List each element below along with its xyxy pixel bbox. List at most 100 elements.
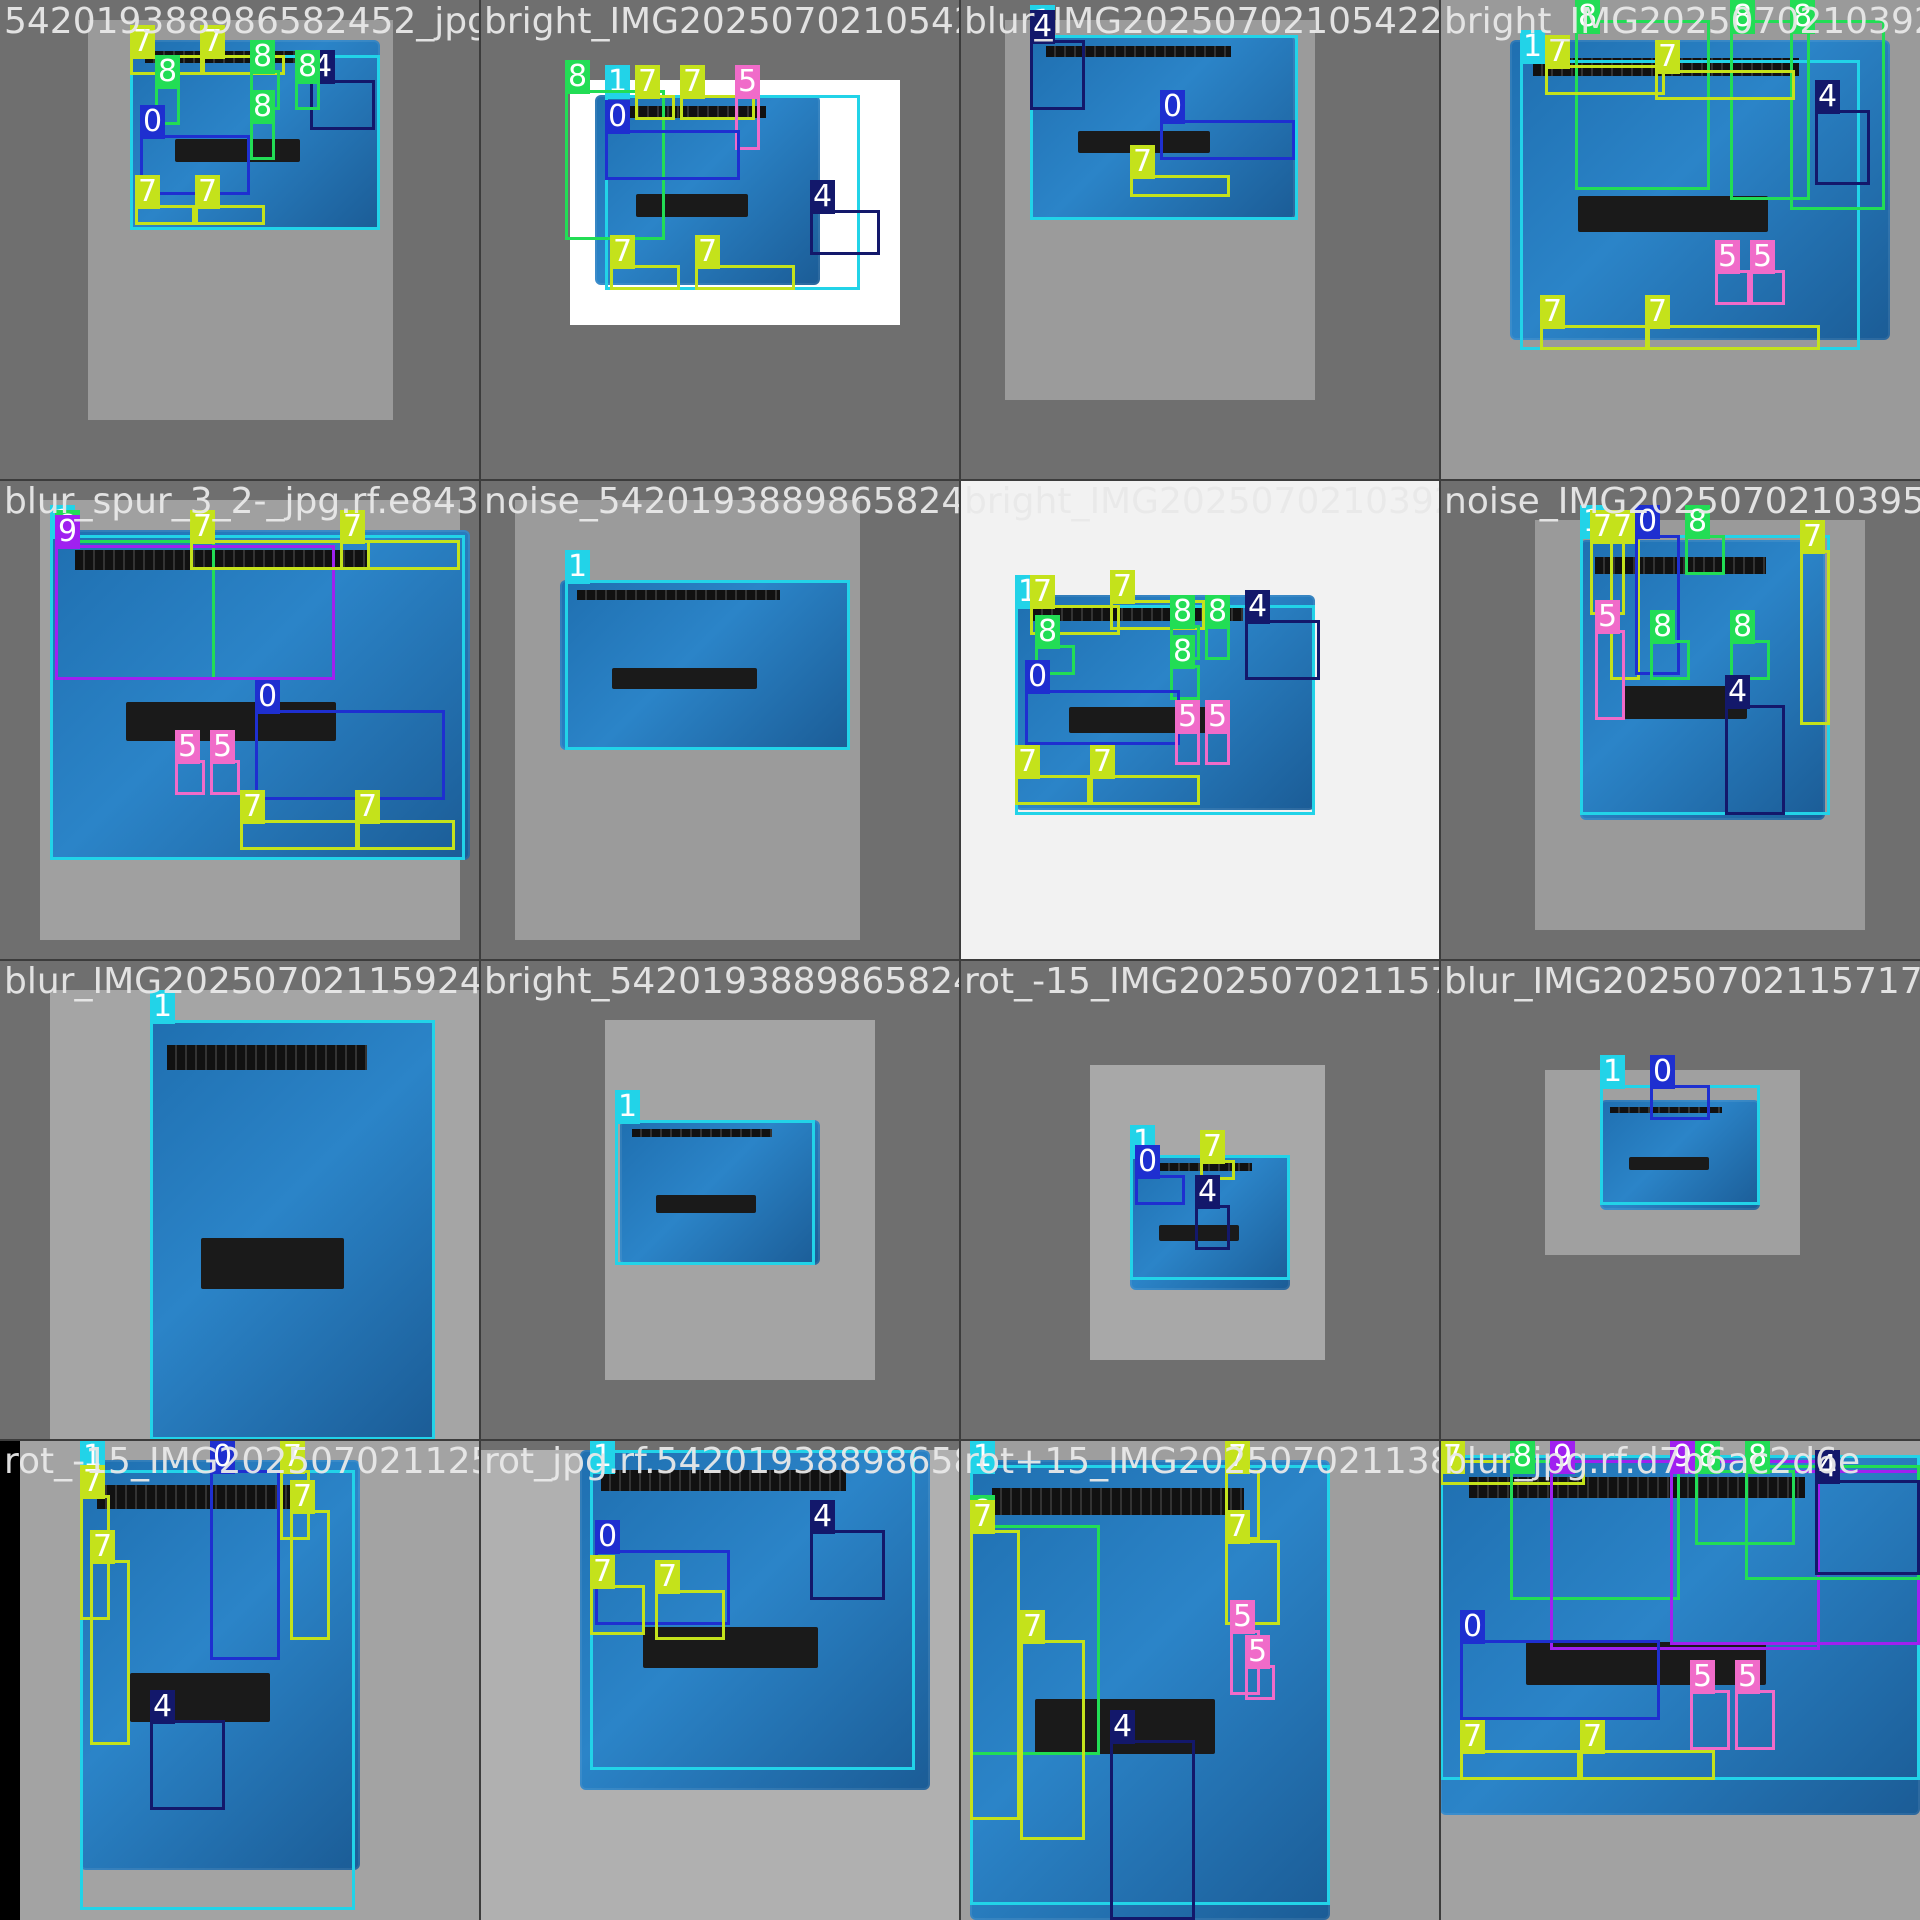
image-tile: 1770875884noise_IMG20250702103959_jpg.rf… xyxy=(1440,480,1920,960)
bounding-box xyxy=(1685,535,1725,575)
bounding-box xyxy=(150,1020,435,1440)
bounding-box xyxy=(1545,65,1665,95)
class-label: 7 xyxy=(590,1555,616,1589)
bounding-box xyxy=(1030,40,1085,110)
class-label: 4 xyxy=(810,180,836,214)
class-label: 8 xyxy=(1170,635,1196,669)
image-filename: rot_-15_IMG20250702115717_jpg.rf. xyxy=(964,961,1440,1002)
bounding-box xyxy=(1460,1640,1660,1720)
bounding-box xyxy=(1595,630,1625,720)
image-tile: 177877554rot+15_IMG20250702113808_jpg.rf… xyxy=(960,1440,1440,1920)
bounding-box xyxy=(1690,1690,1730,1750)
bounding-box xyxy=(1160,120,1295,160)
class-label: 8 xyxy=(295,50,321,84)
class-label: 5 xyxy=(1750,240,1776,274)
bounding-box xyxy=(1650,1085,1710,1120)
class-label: 8 xyxy=(1035,615,1061,649)
class-label: 7 xyxy=(635,65,661,99)
class-label: 0 xyxy=(595,1520,621,1554)
image-tile: 1 bright_542019388986582483_jpg.rf. xyxy=(480,960,960,1440)
class-label: 7 xyxy=(970,1500,996,1534)
class-label: 0 xyxy=(605,100,631,134)
bounding-box xyxy=(175,760,205,795)
bounding-box xyxy=(250,120,275,160)
class-label: 8 xyxy=(1730,610,1756,644)
bounding-box xyxy=(1750,270,1785,305)
class-label: 7 xyxy=(355,790,381,824)
class-label: 5 xyxy=(1595,600,1621,634)
class-label: 4 xyxy=(1245,590,1271,624)
class-label: 5 xyxy=(175,730,201,764)
class-label: 7 xyxy=(680,65,706,99)
class-label: 7 xyxy=(290,1480,316,1514)
image-tile: 187750477bright_IMG20250702105422_jpg.rf… xyxy=(480,0,960,480)
bounding-box xyxy=(605,130,740,180)
bounding-box xyxy=(1245,620,1320,680)
class-label: 5 xyxy=(1735,1660,1761,1694)
bounding-box xyxy=(240,820,360,850)
image-tile: 1077774rot_-15_IMG20250702112507_jpg.rf. xyxy=(0,1440,480,1920)
class-label: 1 xyxy=(1600,1055,1626,1089)
bounding-box xyxy=(970,1530,1020,1820)
class-label: 5 xyxy=(1205,700,1231,734)
bounding-box xyxy=(590,1585,645,1635)
bounding-box xyxy=(1135,1175,1185,1205)
bounding-box xyxy=(210,760,240,795)
class-label: 7 xyxy=(1460,1720,1486,1754)
class-label: 7 xyxy=(1655,40,1681,74)
image-tile: 1774888805577bright_IMG20250702103924_jp… xyxy=(960,480,1440,960)
image-filename: bright_IMG20250702103924_jpg.rf. xyxy=(964,481,1440,522)
image-tile: 1 noise_542019388986582483_jpg.rf. xyxy=(480,480,960,960)
class-label: 7 xyxy=(1015,745,1041,779)
bounding-box xyxy=(1715,270,1750,305)
image-tile: 17748888077542019388986582452_jpg.rf. xyxy=(0,0,480,480)
bounding-box xyxy=(1110,1740,1195,1920)
class-label: 8 xyxy=(250,90,276,124)
tile-separator xyxy=(0,959,1920,961)
class-label: 5 xyxy=(1690,1660,1716,1694)
image-filename: rot+15_IMG20250702113808_jpg.rf. xyxy=(964,1441,1440,1482)
class-label: 4 xyxy=(1110,1710,1136,1744)
bounding-box xyxy=(1205,625,1230,660)
bounding-box xyxy=(1645,325,1820,350)
bounding-box xyxy=(655,1590,725,1640)
bounding-box xyxy=(1025,690,1180,745)
bounding-box xyxy=(290,1510,330,1640)
class-label: 5 xyxy=(1175,700,1201,734)
class-label: 7 xyxy=(1540,295,1566,329)
class-label: 1 xyxy=(565,550,591,584)
class-label: 5 xyxy=(1245,1635,1271,1669)
bounding-box xyxy=(810,210,880,255)
image-filename: 542019388986582452_jpg.rf. xyxy=(4,1,480,42)
bounding-box xyxy=(150,1720,225,1810)
class-label: 7 xyxy=(610,235,636,269)
class-label: 0 xyxy=(140,105,166,139)
image-filename: bright_542019388986582483_jpg.rf. xyxy=(484,961,960,1002)
image-filename: blur_jpg.rf.d7b6ac2d6e xyxy=(1444,1441,1861,1482)
image-tile: 1897705577blur_spur_3_2-_jpg.rf.e8430 xyxy=(0,480,480,960)
detection-mosaic: 17748888077542019388986582452_jpg.rf.187… xyxy=(0,0,1920,1920)
tile-separator xyxy=(1439,0,1441,1920)
bounding-box xyxy=(1015,775,1090,805)
bounding-box xyxy=(1815,1480,1920,1575)
class-label: 8 xyxy=(1650,610,1676,644)
bounding-box xyxy=(255,710,445,800)
class-label: 1 xyxy=(615,1090,641,1124)
class-label: 7 xyxy=(655,1560,681,1594)
class-label: 8 xyxy=(1170,595,1196,629)
class-label: 0 xyxy=(1460,1610,1486,1644)
bounding-box xyxy=(1020,1640,1085,1840)
class-label: 0 xyxy=(1160,90,1186,124)
image-tile: 18887745577bright_IMG20250702103924_jpg.… xyxy=(1440,0,1920,480)
image-filename: bright_IMG20250702105422_jpg.rf. xyxy=(484,1,960,42)
bounding-box xyxy=(1800,550,1830,725)
class-label: 4 xyxy=(1195,1175,1221,1209)
class-label: 4 xyxy=(1815,80,1841,114)
image-filename: blur_IMG20250702105422_jpg.rf. xyxy=(964,1,1440,42)
bounding-box xyxy=(1090,775,1200,805)
class-label: 7 xyxy=(1130,145,1156,179)
image-tile: 1074rot_-15_IMG20250702115717_jpg.rf. xyxy=(960,960,1440,1440)
image-filename: noise_IMG20250702103959_jpg.rf. xyxy=(1444,481,1920,522)
bounding-box xyxy=(295,80,320,110)
class-label: 7 xyxy=(1225,1510,1251,1544)
